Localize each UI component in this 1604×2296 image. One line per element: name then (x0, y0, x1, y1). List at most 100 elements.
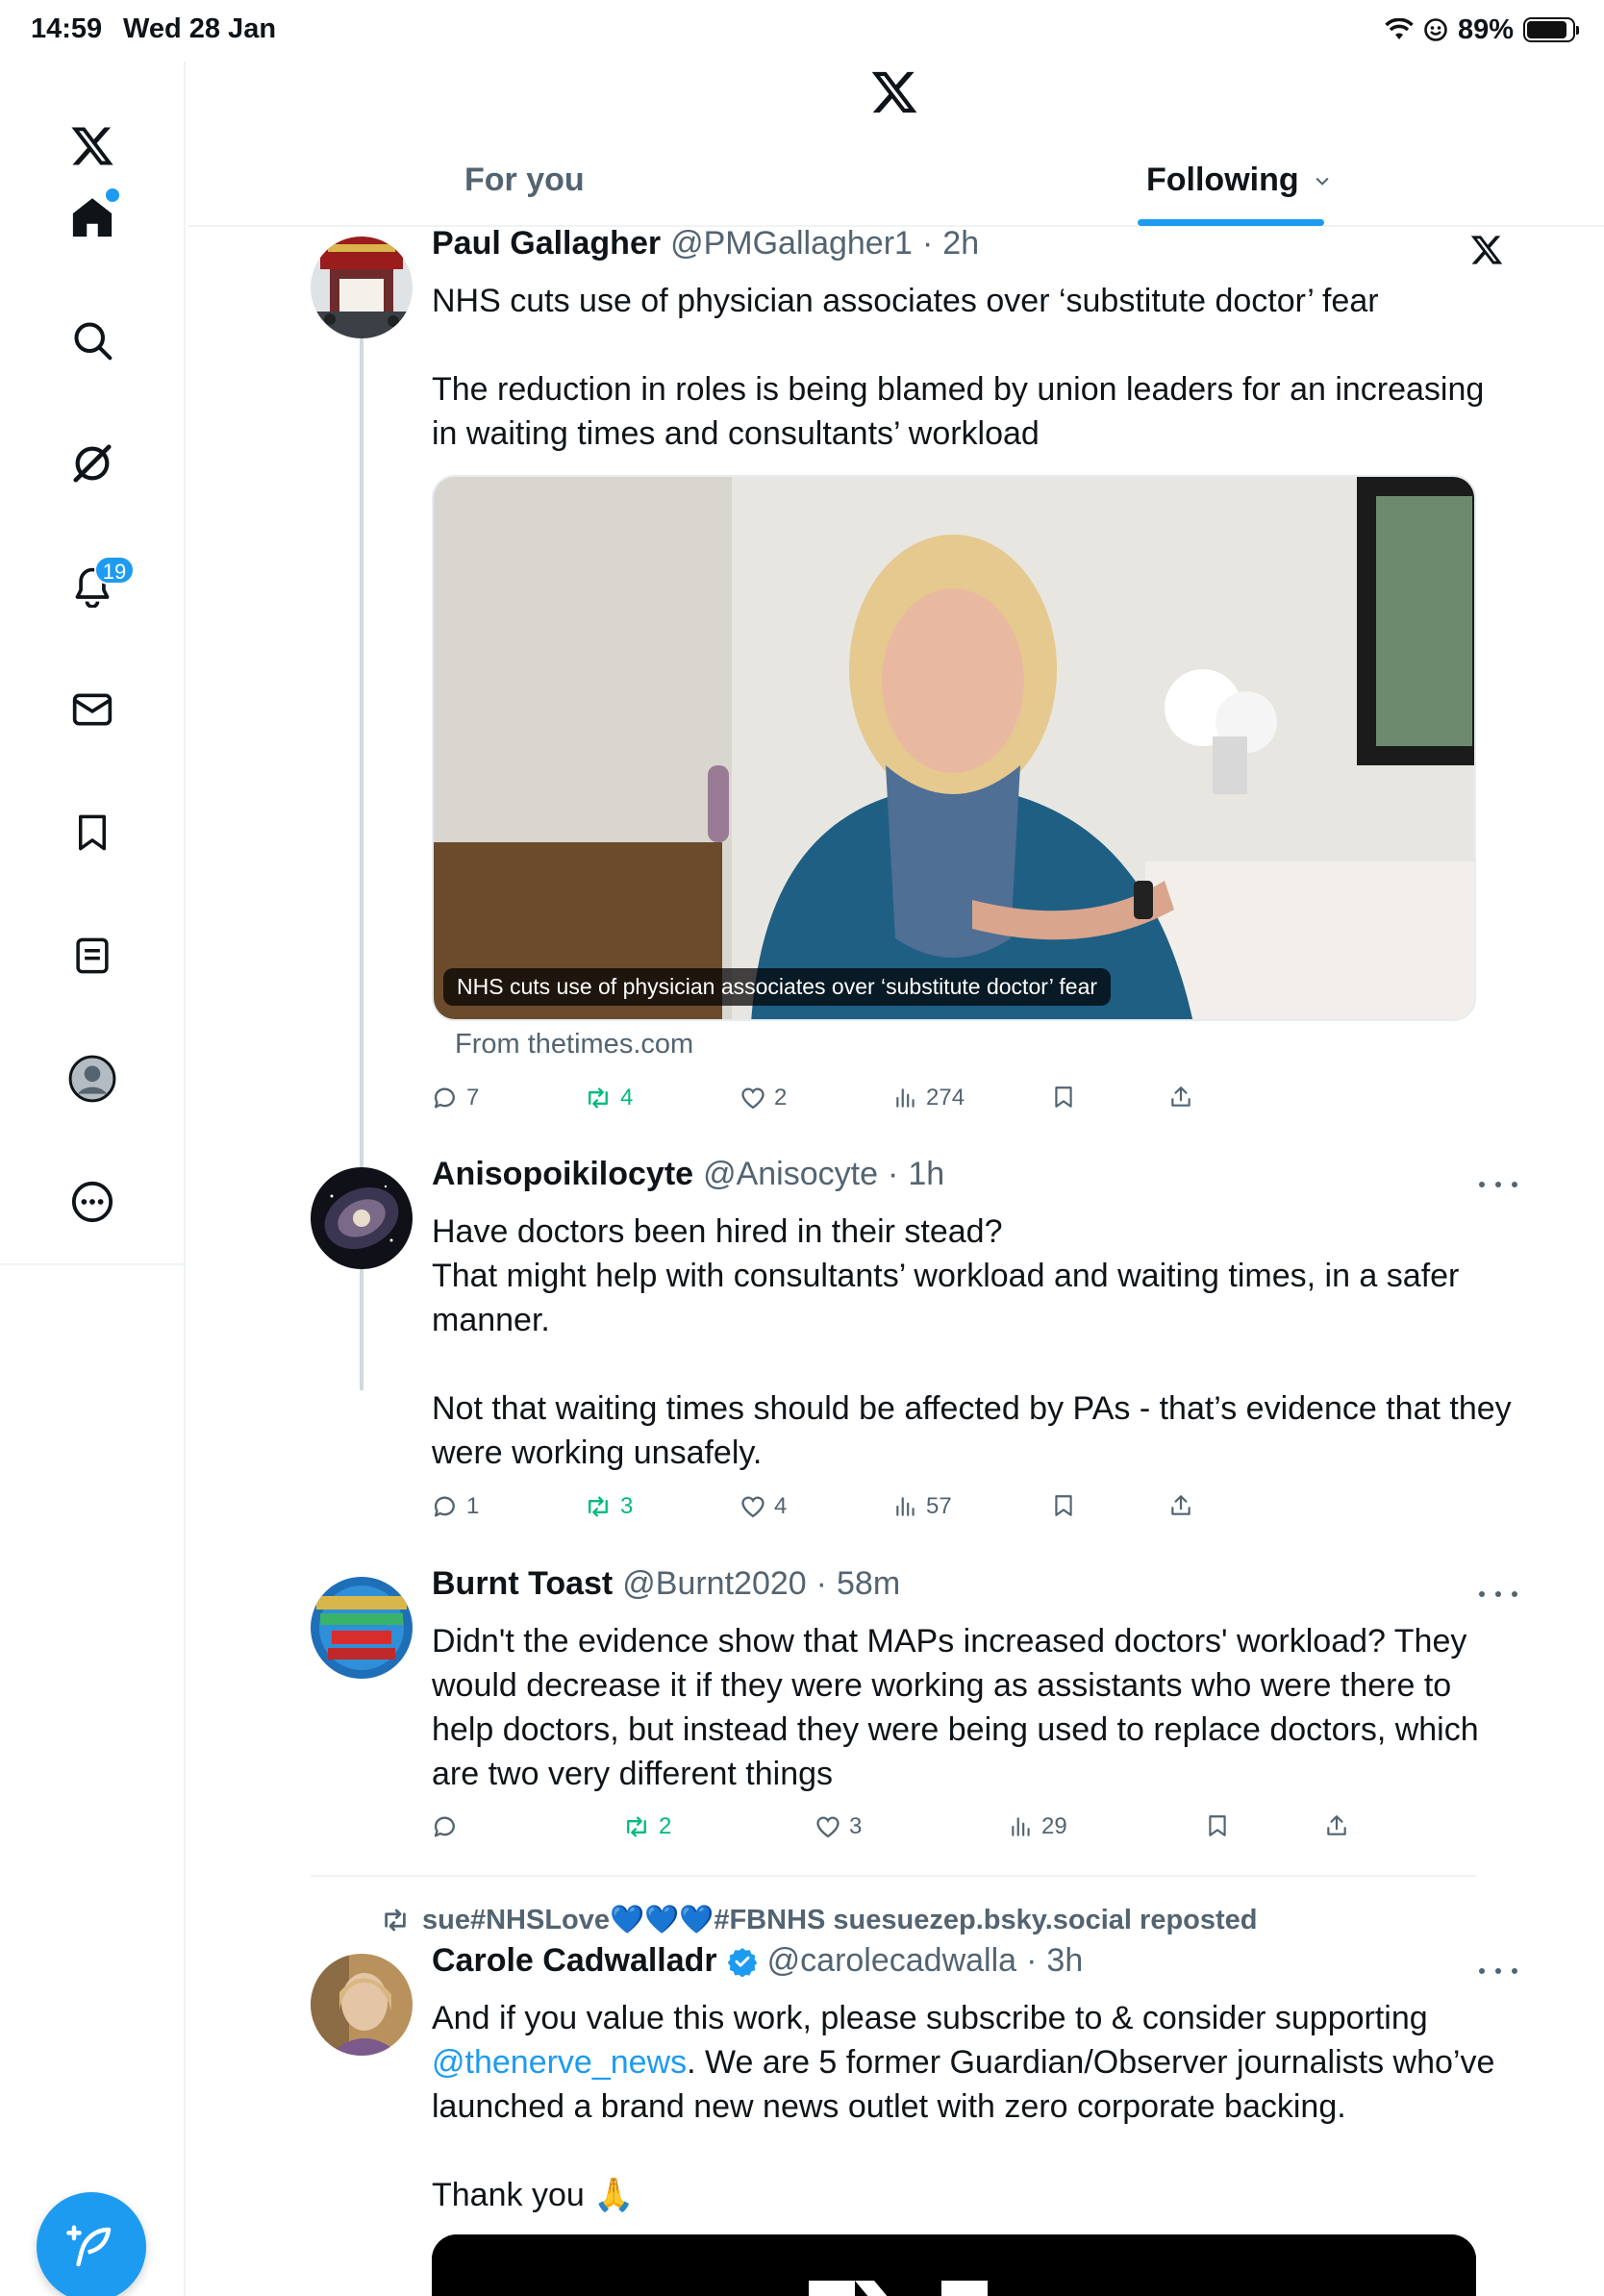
tweet-text-line: NHS cuts use of physician associates ove… (432, 283, 1379, 319)
sidebar-item-bookmarks[interactable] (54, 794, 131, 871)
reply-button[interactable]: 1 (432, 1493, 479, 1520)
x-source-icon (1469, 233, 1504, 272)
repost-context[interactable]: sue#NHSLove💙💙💙#FBNHS suesuezep.bsky.soci… (380, 1904, 1258, 1936)
sidebar-item-profile[interactable] (54, 1040, 131, 1117)
reply-button[interactable] (432, 1813, 466, 1840)
repost-button[interactable]: 2 (622, 1813, 671, 1840)
reply-icon (434, 1816, 455, 1837)
reply-button[interactable]: 7 (432, 1085, 479, 1111)
tweet-header: Burnt Toast @Burnt2020 · 58m (432, 1565, 900, 1603)
tweet-time[interactable]: 3h (1046, 1942, 1083, 1980)
views-button[interactable]: 29 (1009, 1813, 1067, 1840)
avatar[interactable] (311, 1954, 413, 2056)
bookmark-icon (1055, 1495, 1072, 1516)
like-button[interactable]: 3 (815, 1813, 862, 1840)
repost-count: 3 (620, 1493, 634, 1519)
battery-percent: 89% (1457, 13, 1514, 45)
compose-post-button[interactable] (37, 2192, 146, 2296)
sidebar-divider (0, 1263, 186, 1265)
tweet-header: Anisopoikilocyte @Anisocyte · 1h (432, 1156, 944, 1193)
like-button[interactable]: 4 (739, 1493, 787, 1520)
repost-icon (385, 1909, 406, 1932)
mention-link[interactable]: @thenerve_news (432, 2044, 687, 2081)
sidebar-item-home[interactable] (54, 179, 131, 256)
views-icon (1012, 1817, 1030, 1836)
tweet-text: And if you value this work, please subsc… (432, 1996, 1518, 2217)
timeline-tabs: For you Following (188, 144, 1604, 227)
sidebar-item-grok[interactable] (54, 425, 131, 502)
tweet-actions: 1 3 4 57 (432, 1493, 1297, 1532)
tweet-time[interactable]: 2h (942, 229, 979, 262)
author-handle[interactable]: @Anisocyte (703, 1156, 878, 1193)
like-count: 2 (774, 1085, 788, 1111)
repost-button[interactable]: 4 (584, 1085, 633, 1111)
share-button[interactable] (1168, 1493, 1193, 1518)
media-preview[interactable] (432, 2234, 1476, 2296)
tab-for-you[interactable]: For you (464, 162, 585, 199)
like-button[interactable]: 2 (739, 1085, 787, 1111)
reposted-by-text: sue#NHSLove💙💙💙#FBNHS suesuezep.bsky.soci… (422, 1905, 1258, 1935)
separator-dot: · (1026, 1942, 1038, 1979)
repost-button[interactable]: 3 (584, 1493, 633, 1520)
bookmark-button[interactable] (1051, 1493, 1076, 1518)
repost-icon (589, 1087, 608, 1109)
tweet-time[interactable]: 1h (908, 1156, 944, 1193)
reply-count: 7 (466, 1085, 480, 1111)
author-name[interactable]: Burnt Toast (432, 1565, 613, 1603)
focus-mode-icon (1424, 18, 1447, 41)
search-icon (74, 322, 113, 361)
tab-following[interactable]: Following (1146, 162, 1332, 199)
tweet-text-line: The reduction in roles is being blamed b… (432, 371, 1485, 452)
sidebar-nav: 19 (0, 62, 186, 2296)
chevron-down-icon[interactable] (1313, 171, 1332, 190)
heart-icon (741, 1087, 764, 1110)
views-button[interactable]: 274 (893, 1085, 965, 1111)
more-options-icon[interactable] (1479, 1961, 1517, 1981)
sidebar-item-messages[interactable] (54, 671, 131, 748)
tweet-text: Didn't the evidence show that MAPs incre… (432, 1619, 1518, 1796)
sidebar-item-notifications[interactable]: 19 (54, 548, 135, 625)
bookmark-button[interactable] (1051, 1085, 1076, 1110)
grok-icon (73, 444, 112, 483)
views-button[interactable]: 57 (893, 1493, 952, 1520)
link-card-image[interactable]: NHS cuts use of physician associates ove… (432, 475, 1476, 1021)
tab-following-label: Following (1146, 162, 1299, 198)
tweet-text-line: Thank you 🙏 (432, 2177, 635, 2213)
avatar[interactable] (311, 1167, 413, 1269)
share-button[interactable] (1324, 1813, 1349, 1838)
sidebar-item-more[interactable] (54, 1163, 131, 1240)
more-options-icon[interactable] (1479, 1175, 1517, 1194)
avatar[interactable] (311, 237, 413, 338)
share-icon (1327, 1815, 1346, 1835)
sidebar-item-search[interactable] (54, 302, 131, 379)
more-options-icon[interactable] (1479, 1585, 1517, 1604)
author-name[interactable]: Paul Gallagher (432, 229, 661, 262)
x-logo-icon-header[interactable] (869, 67, 919, 117)
x-logo-icon[interactable] (54, 108, 131, 185)
media-caption: NHS cuts use of physician associates ove… (443, 968, 1112, 1006)
author-name[interactable]: Carole Cadwalladr (432, 1942, 717, 1980)
tweet-header: Carole Cadwalladr @carolecadwalla · 3h (432, 1942, 1083, 1980)
link-source[interactable]: From thetimes.com (455, 1029, 693, 1061)
like-count: 3 (849, 1813, 863, 1839)
share-button[interactable] (1168, 1085, 1193, 1110)
tweet-time[interactable]: 58m (837, 1565, 900, 1603)
views-icon (896, 1088, 915, 1108)
wifi-icon (1385, 18, 1414, 39)
messages-icon (72, 693, 113, 726)
author-handle[interactable]: @carolecadwalla (767, 1942, 1016, 1980)
sidebar-item-lists[interactable] (54, 917, 131, 994)
repost-icon (589, 1496, 608, 1517)
author-handle[interactable]: @PMGallagher1 (670, 229, 913, 262)
author-handle[interactable]: @Burnt2020 (622, 1565, 806, 1603)
bookmark-button[interactable] (1205, 1813, 1230, 1838)
repost-count: 4 (620, 1085, 634, 1111)
lists-icon (76, 937, 109, 974)
home-icon (72, 198, 113, 237)
views-icon (896, 1497, 915, 1516)
tweet-text-line: That might help with consultants’ worklo… (432, 1258, 1460, 1338)
share-icon (1171, 1086, 1190, 1107)
avatar[interactable] (311, 1577, 413, 1679)
author-name[interactable]: Anisopoikilocyte (432, 1156, 693, 1193)
status-bar: 14:59 Wed 28 Jan 89% (0, 0, 1604, 62)
